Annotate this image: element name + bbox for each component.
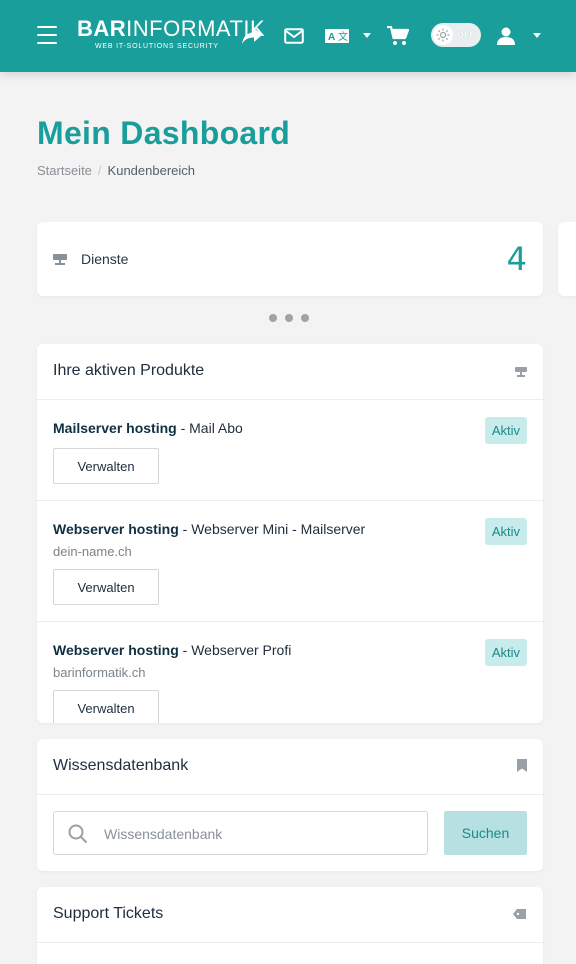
page-title: Mein Dashboard (37, 115, 291, 151)
product-type: Mailserver hosting (53, 420, 177, 436)
manage-button[interactable]: Verwalten (53, 569, 159, 605)
mail-icon[interactable] (282, 24, 306, 48)
product-plan: - Webserver Mini - Mailserver (178, 521, 366, 537)
brightness-icon (433, 25, 453, 45)
panel-header: Wissensdatenbank (37, 739, 543, 795)
product-plan: - Webserver Profi (178, 642, 292, 658)
product-name[interactable]: Webserver hosting - Webserver Mini - Mai… (53, 521, 365, 537)
search-placeholder: Wissensdatenbank (104, 826, 223, 842)
dark-mode-toggle[interactable]: OFF (431, 23, 481, 47)
product-type: Webserver hosting (53, 642, 179, 658)
list-item: Mailserver hosting - Mail Abo Aktiv Verw… (37, 400, 543, 501)
carousel-dot[interactable] (285, 314, 293, 322)
list-item: Webserver hosting - Webserver Mini - Mai… (37, 501, 543, 622)
services-stat-card[interactable]: Dienste 4 (37, 222, 543, 296)
product-domain: barinformatik.ch (53, 665, 146, 680)
breadcrumb-home[interactable]: Startseite (37, 163, 92, 178)
user-icon[interactable] (494, 24, 518, 48)
svg-text:A: A (328, 32, 335, 43)
translate-icon[interactable]: A文 (324, 24, 350, 48)
panel-title: Ihre aktiven Produkte (53, 362, 205, 379)
toggle-label: OFF (457, 30, 475, 40)
breadcrumb-current: Kundenbereich (107, 163, 196, 178)
carousel-dots (269, 314, 309, 322)
brand-bold: BAR (77, 16, 127, 41)
search-button[interactable]: Suchen (444, 811, 527, 855)
product-type: Webserver hosting (53, 521, 179, 537)
panel-title: Wissensdatenbank (53, 757, 189, 774)
next-stat-card[interactable] (558, 222, 576, 296)
product-name[interactable]: Mailserver hosting - Mail Abo (53, 420, 243, 436)
stat-label: Dienste (81, 251, 129, 267)
product-domain: dein-name.ch (53, 544, 132, 559)
server-icon (515, 365, 527, 383)
product-plan: - Mail Abo (176, 420, 243, 436)
brand-logo[interactable]: BARINFORMATIK WEB IT-SOLUTIONS SECURITY (77, 16, 265, 51)
menu-icon[interactable] (37, 26, 57, 44)
cart-icon[interactable] (386, 24, 410, 48)
status-badge: Aktiv (484, 417, 527, 444)
search-icon (68, 824, 88, 849)
manage-button[interactable]: Verwalten (53, 690, 159, 723)
panel-header: Support Tickets (37, 887, 543, 943)
tag-icon (513, 907, 527, 925)
server-icon (53, 253, 67, 271)
breadcrumb: Startseite / Kundenbereich (37, 163, 195, 178)
stat-count: 4 (506, 240, 527, 278)
carousel-dot[interactable] (301, 314, 309, 322)
top-navbar: BARINFORMATIK WEB IT-SOLUTIONS SECURITY … (0, 0, 576, 72)
product-name[interactable]: Webserver hosting - Webserver Profi (53, 642, 291, 658)
support-tickets-panel: Support Tickets (37, 887, 543, 964)
list-item: Webserver hosting - Webserver Profi bari… (37, 622, 543, 723)
carousel-dot[interactable] (269, 314, 277, 322)
panel-title: Support Tickets (53, 905, 164, 922)
bookmark-icon (517, 759, 527, 777)
manage-button[interactable]: Verwalten (53, 448, 159, 484)
share-icon[interactable] (240, 24, 264, 48)
knowledgebase-search-input[interactable]: Wissensdatenbank (53, 811, 428, 855)
knowledgebase-panel: Wissensdatenbank Wissensdatenbank Suchen (37, 739, 543, 871)
status-badge: Aktiv (484, 639, 527, 666)
svg-text:文: 文 (338, 30, 348, 43)
brand-tagline: WEB IT-SOLUTIONS SECURITY (95, 43, 219, 50)
active-products-panel: Ihre aktiven Produkte Mailserver hosting… (37, 344, 543, 723)
chevron-down-icon[interactable] (363, 33, 371, 38)
chevron-down-icon[interactable] (533, 33, 541, 38)
status-badge: Aktiv (484, 518, 527, 545)
panel-header: Ihre aktiven Produkte (37, 344, 543, 400)
breadcrumb-separator: / (97, 163, 102, 178)
